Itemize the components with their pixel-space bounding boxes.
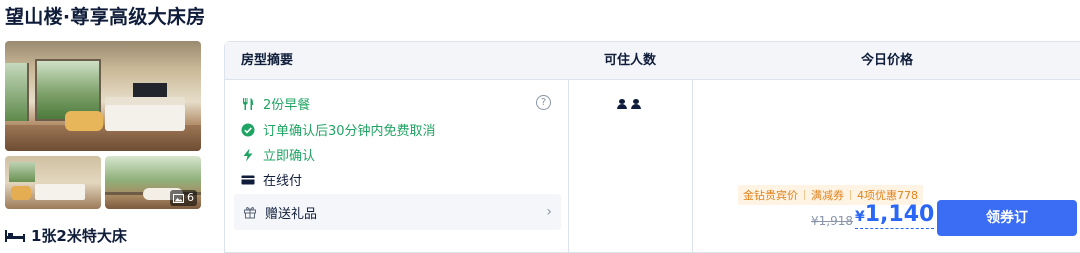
gift-row[interactable]: 赠送礼品 › <box>234 194 561 230</box>
room-photo-thumb-1[interactable] <box>5 156 101 209</box>
promo-divider <box>850 190 851 200</box>
photo-tv <box>133 83 167 99</box>
promo-tag: 金钻贵宾价 <box>743 189 798 202</box>
feature-text: 订单确认后30分钟内免费取消 <box>263 124 436 139</box>
photo-bed <box>35 184 85 200</box>
bed-info: 1张2米特大床 <box>5 225 127 246</box>
promo-tag: 满减券 <box>811 189 844 202</box>
photo-chair <box>11 186 31 200</box>
table-header: 房型摘要 可住人数 今日价格 <box>225 42 1080 80</box>
feature-text: 立即确认 <box>263 149 316 164</box>
price-value: 1,140 <box>864 202 935 227</box>
column-divider <box>568 79 569 252</box>
promo-divider <box>804 190 805 200</box>
credit-card-icon <box>241 175 255 184</box>
info-icon[interactable]: ? <box>536 95 551 110</box>
guest-capacity <box>617 99 641 109</box>
room-photo-main[interactable] <box>5 41 201 151</box>
photo-bed <box>105 105 185 131</box>
gift-label: 赠送礼品 <box>265 206 318 222</box>
feature-pay-online: 在线付 <box>241 170 302 189</box>
photo-sofa <box>65 111 103 131</box>
photo-count-badge[interactable]: 6 <box>170 190 197 206</box>
photo-window <box>9 162 35 182</box>
column-divider <box>692 79 693 252</box>
utensils-icon <box>243 97 253 110</box>
book-button[interactable]: 领券订 <box>937 200 1077 236</box>
bed-icon <box>5 229 25 242</box>
photo-window <box>5 63 29 121</box>
rate-table: 房型摘要 可住人数 今日价格 2份早餐 ? 订单确认后30分钟内免费取消 立即确… <box>224 41 1080 253</box>
check-circle-icon <box>241 123 255 136</box>
bed-label: 1张2米特大床 <box>31 227 127 245</box>
person-icon <box>617 99 627 109</box>
feature-breakfast: 2份早餐 <box>241 94 310 113</box>
feature-free-cancellation: 订单确认后30分钟内免费取消 <box>241 120 436 139</box>
original-price: ¥1,918 <box>811 214 853 228</box>
promo-tag: 4项优惠778 <box>857 189 918 202</box>
gift-icon <box>244 207 256 219</box>
header-room-summary: 房型摘要 <box>241 53 294 68</box>
header-price: 今日价格 <box>860 53 913 68</box>
current-price[interactable]: ¥1,140 <box>855 202 935 229</box>
chevron-right-icon: › <box>546 204 552 220</box>
room-title: 望山楼·尊享高级大床房 <box>5 6 206 28</box>
feature-text: 2份早餐 <box>263 98 311 113</box>
person-icon <box>631 99 641 109</box>
image-icon <box>173 193 184 203</box>
currency-symbol: ¥ <box>855 209 865 225</box>
photo-count: 6 <box>187 191 194 204</box>
feature-instant-confirm: 立即确认 <box>241 145 315 164</box>
room-photo-thumb-2[interactable]: 6 <box>105 156 201 209</box>
feature-text: 在线付 <box>263 174 303 189</box>
lightning-icon <box>243 148 253 161</box>
header-guests: 可住人数 <box>603 53 656 68</box>
